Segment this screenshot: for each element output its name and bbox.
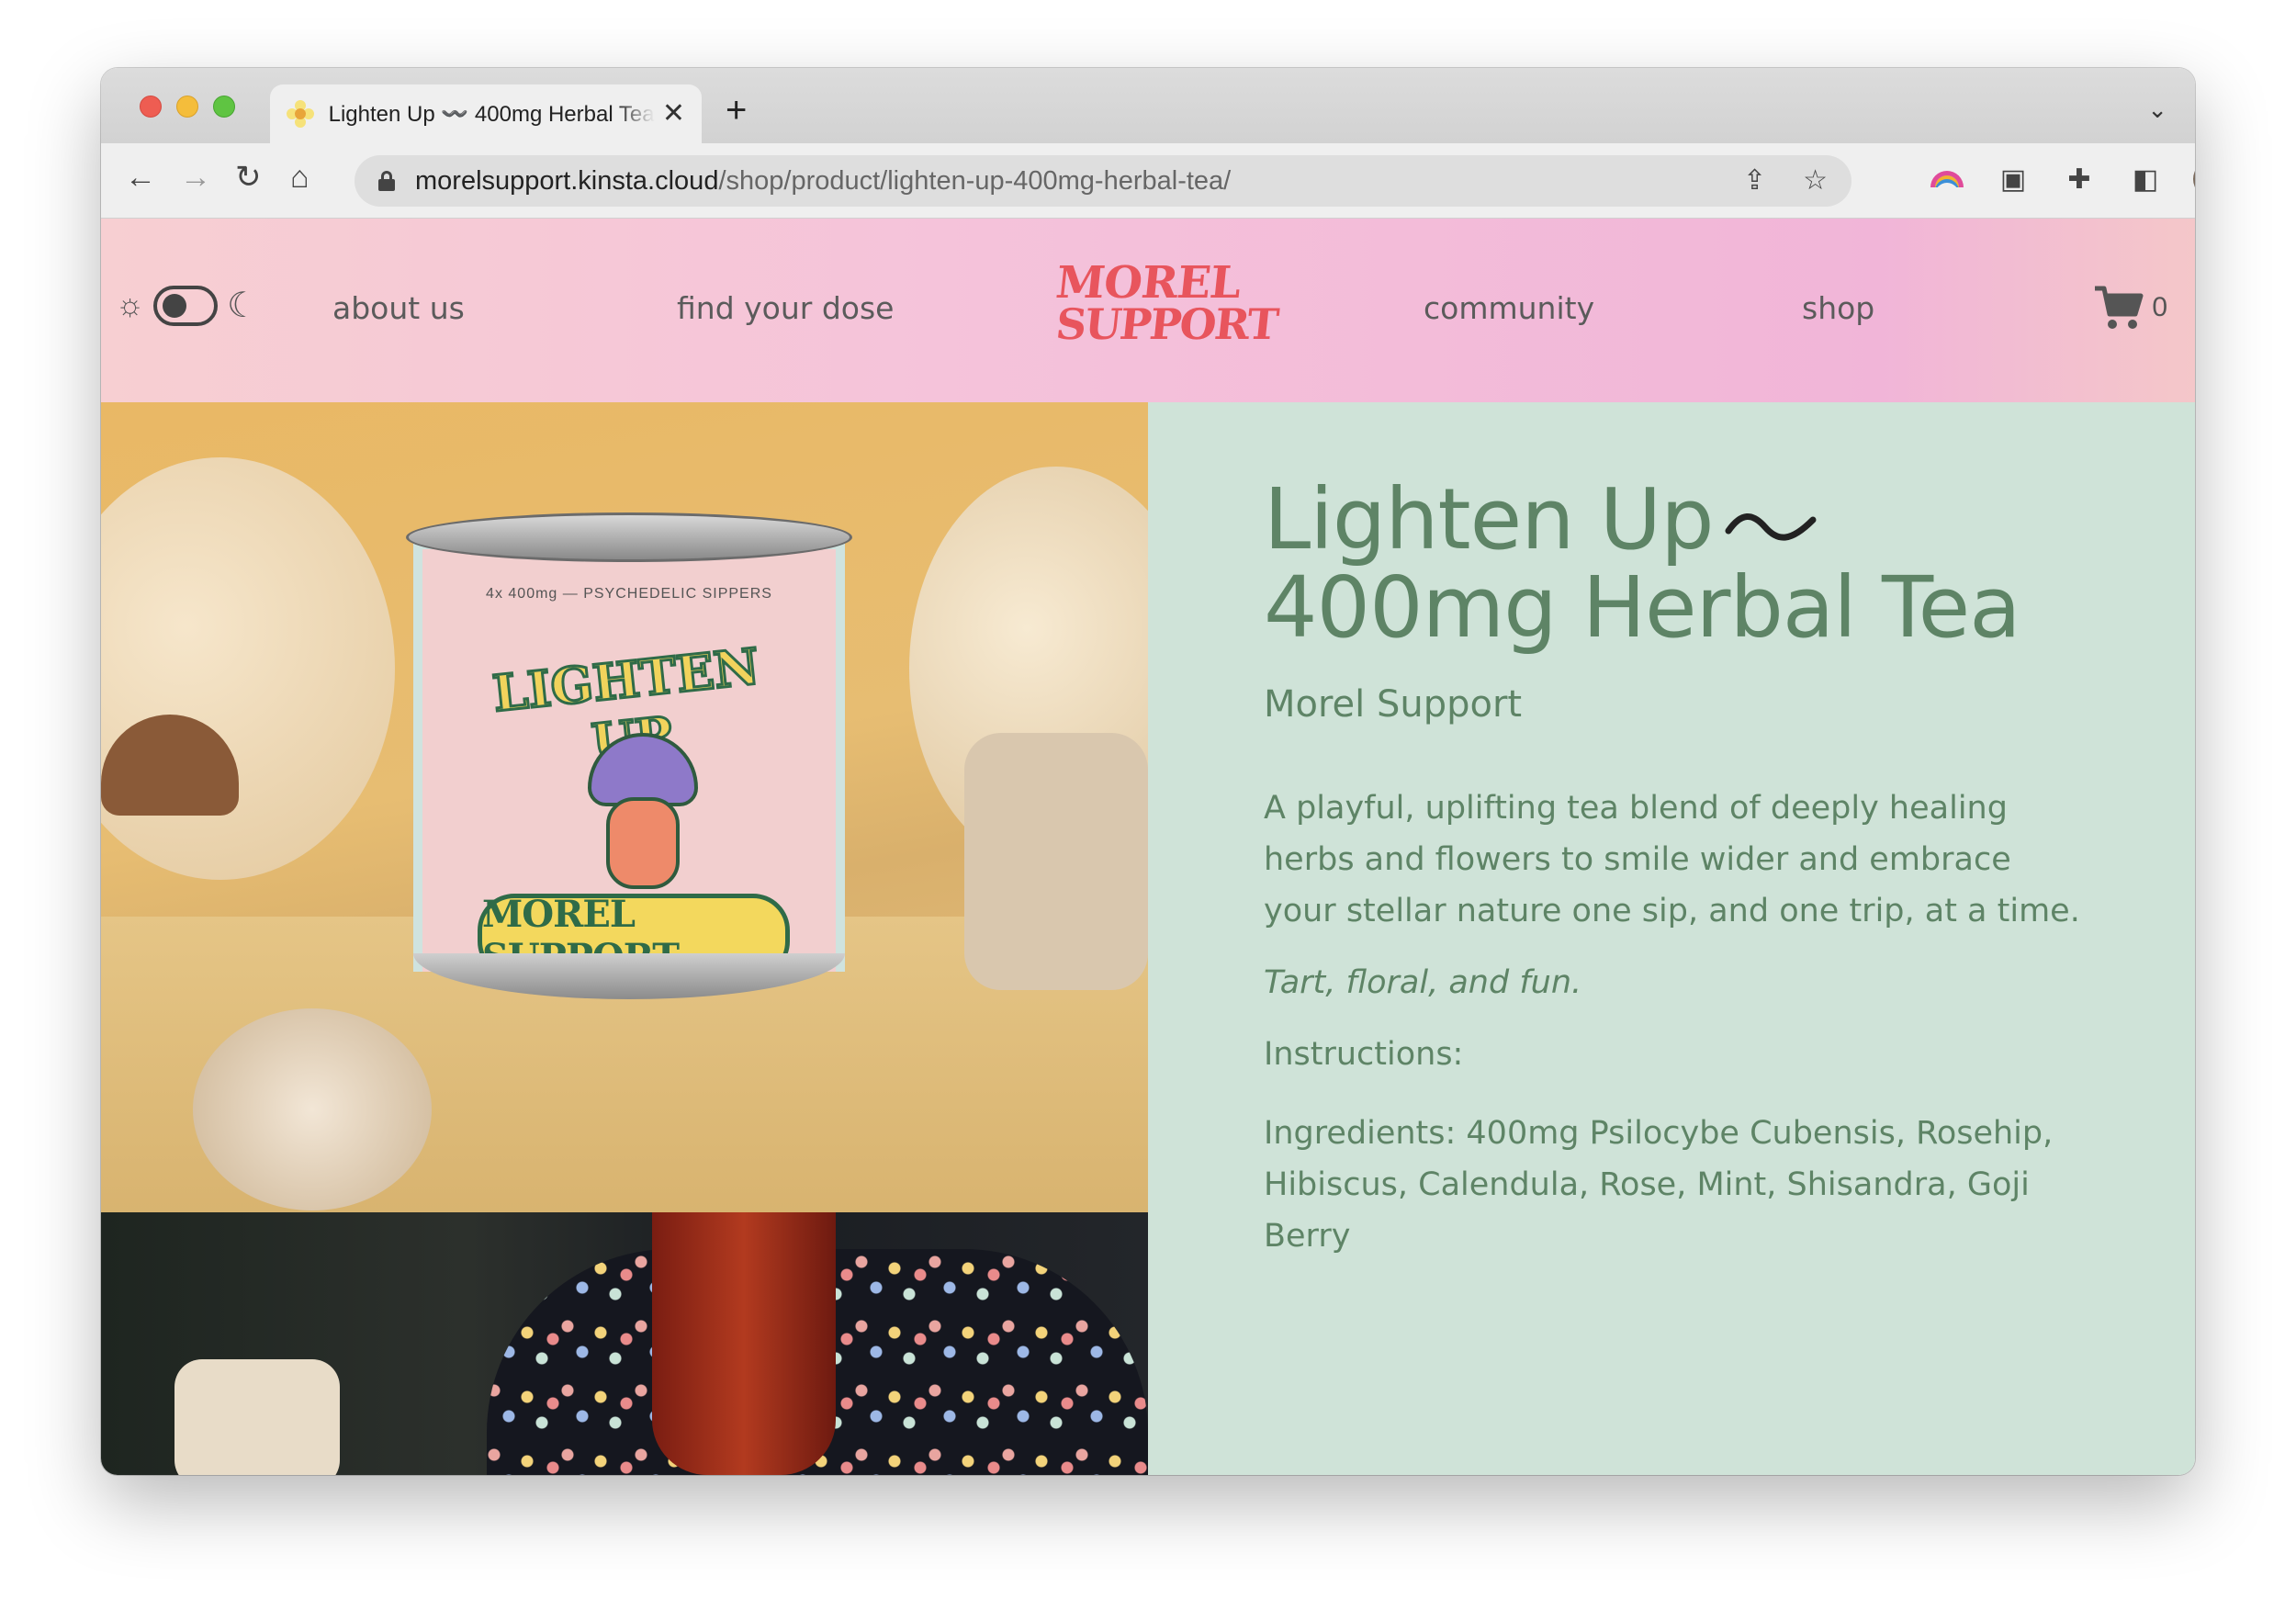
wavy-dash-icon: [1725, 512, 1816, 541]
home-icon[interactable]: ⌂: [290, 162, 310, 193]
extension-rainbow-icon[interactable]: [1929, 161, 1965, 197]
moon-icon: ☾: [227, 287, 259, 325]
cart-icon: [2095, 286, 2144, 329]
ingredients-text: Ingredients: 400mg Psilocybe Cubensis, R…: [1264, 1115, 2054, 1255]
share-icon[interactable]: ⇪: [1743, 164, 1766, 197]
daisy-favicon-icon: [287, 100, 314, 128]
nav-community[interactable]: community: [1424, 290, 1594, 326]
tab-title: Lighten Up 〰️ 400mg Herbal Tea: [328, 101, 655, 127]
can-small-text: 4x 400mg — PSYCHEDELIC SIPPERS: [486, 586, 772, 602]
zoom-window-button[interactable]: [213, 96, 235, 118]
minimize-window-button[interactable]: [176, 96, 198, 118]
product-title: Lighten Up 400mg Herbal Tea: [1264, 470, 2021, 657]
cart-count: 0: [2152, 292, 2167, 322]
browser-toolbar: ← → ↻ ⌂ morelsupport.kinsta.cloud/shop/p…: [101, 143, 2195, 219]
product-photo: 4x 400mg — PSYCHEDELIC SIPPERS LIGHTEN U…: [101, 402, 1148, 1212]
site-logo[interactable]: MOREL SUPPORT: [1053, 257, 1279, 349]
new-tab-button[interactable]: +: [726, 92, 747, 129]
nav-find-your-dose[interactable]: find your dose: [677, 290, 894, 326]
cart-button[interactable]: 0: [2093, 285, 2167, 331]
profile-avatar[interactable]: [2193, 160, 2195, 198]
product-description: A playful, uplifting tea blend of deeply…: [1264, 790, 2080, 929]
address-bar[interactable]: morelsupport.kinsta.cloud/shop/product/l…: [355, 155, 1851, 207]
tea-can: 4x 400mg — PSYCHEDELIC SIPPERS LIGHTEN U…: [406, 512, 852, 999]
url-host: morelsupport.kinsta.cloud: [415, 165, 719, 196]
dark-mode-switch[interactable]: [153, 285, 219, 326]
close-window-button[interactable]: [140, 96, 162, 118]
sidebar-icon[interactable]: ◧: [2127, 161, 2164, 197]
site-header: ☼ ☾ about us find your dose MOREL SUPPOR…: [101, 219, 2195, 402]
back-icon[interactable]: ←: [125, 162, 156, 193]
extension-window-icon[interactable]: ▣: [1995, 161, 2032, 197]
product-brand[interactable]: Morel Support: [1264, 683, 2085, 726]
active-tab[interactable]: Lighten Up 〰️ 400mg Herbal Tea ✕: [270, 84, 702, 143]
forward-icon[interactable]: →: [180, 162, 211, 193]
web-page: ☼ ☾ about us find your dose MOREL SUPPOR…: [101, 219, 2195, 1475]
sun-icon: ☼: [116, 287, 145, 322]
browser-window: Lighten Up 〰️ 400mg Herbal Tea ✕ + ⌄ ← →…: [101, 68, 2195, 1475]
tab-strip: Lighten Up 〰️ 400mg Herbal Tea ✕ + ⌄: [101, 68, 2195, 143]
reload-icon[interactable]: ↻: [235, 162, 262, 193]
product-tagline: Tart, floral, and fun.: [1264, 964, 1582, 1001]
theme-toggle[interactable]: ☼ ☾: [116, 285, 258, 326]
lock-icon[interactable]: [378, 171, 395, 191]
instructions-label: Instructions:: [1264, 1036, 1464, 1073]
lifestyle-photo: [101, 1212, 1148, 1475]
bookmark-star-icon[interactable]: ☆: [1803, 164, 1828, 197]
url-path: /shop/product/lighten-up-400mg-herbal-te…: [718, 165, 1232, 196]
tab-close-icon[interactable]: ✕: [662, 100, 685, 128]
nav-shop[interactable]: shop: [1802, 290, 1874, 326]
product-info-panel: Lighten Up 400mg Herbal Tea Morel Suppor…: [1148, 402, 2195, 1475]
nav-about-us[interactable]: about us: [332, 290, 465, 326]
tab-search-chevron-icon[interactable]: ⌄: [2147, 96, 2167, 124]
extensions-puzzle-icon[interactable]: ✚: [2061, 161, 2098, 197]
